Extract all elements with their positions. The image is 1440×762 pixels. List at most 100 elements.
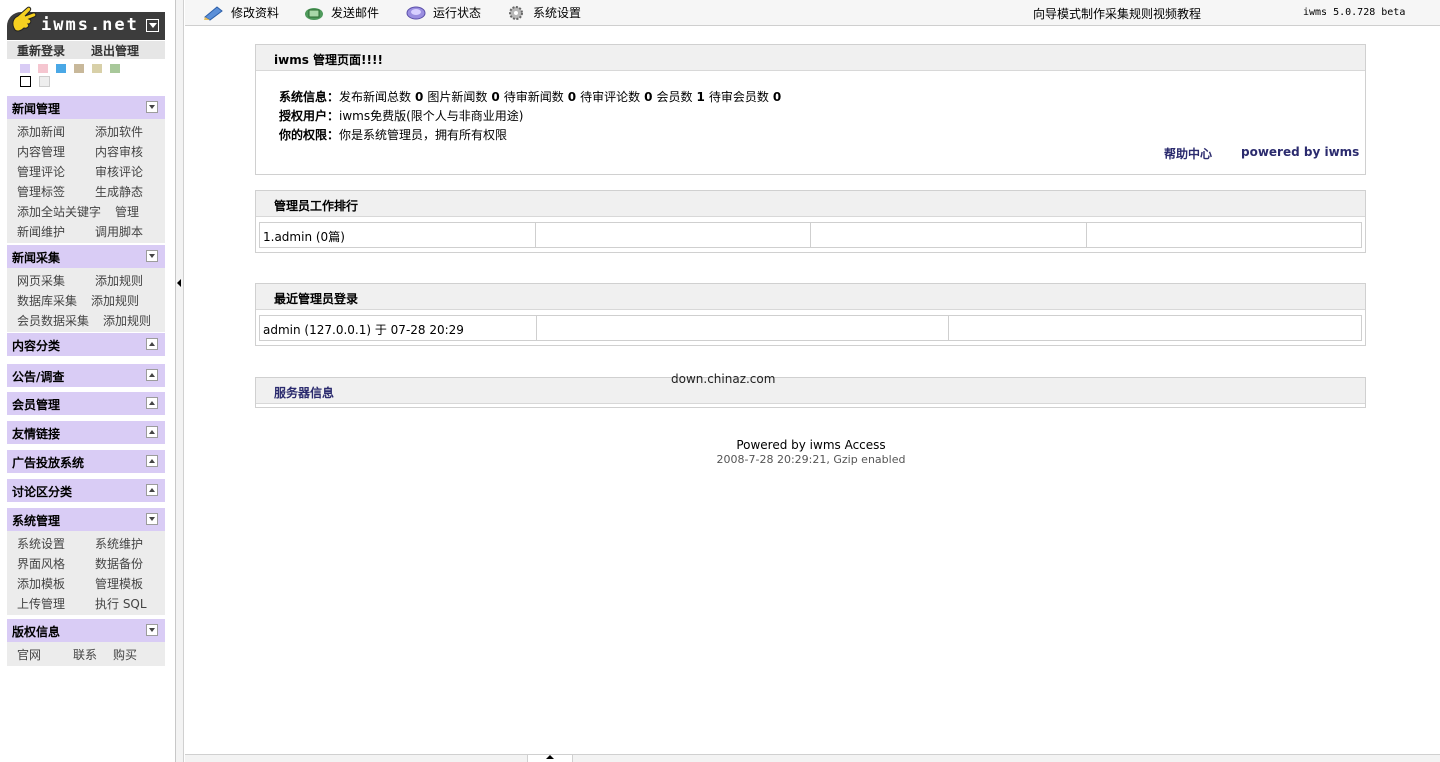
license-value: iwms免费版(限个人与非商业用途)	[339, 109, 524, 123]
mail-icon	[305, 7, 323, 20]
sidebar-item[interactable]: 执行 SQL	[85, 593, 147, 613]
chevron-down-icon[interactable]	[146, 250, 158, 262]
sidebar-section-title: 新闻管理	[12, 102, 61, 116]
ranking-user[interactable]: 1.admin	[263, 230, 312, 244]
ranking-row: 1.admin (0篇)	[259, 222, 1362, 248]
sidebar-section-header[interactable]: 内容分类	[7, 333, 165, 356]
sidebar-row: 网页采集 添加规则	[7, 270, 165, 290]
sidebar-item[interactable]: 系统设置	[7, 533, 85, 553]
theme-swatch[interactable]	[20, 64, 30, 73]
login-row-entry: admin (127.0.0.1) 于 07-28 20:29	[259, 315, 1362, 341]
sidebar-item[interactable]: 添加新闻	[7, 121, 85, 141]
admin-home-panel: iwms 管理页面!!!! 系统信息：发布新闻总数 0 图片新闻数 0 待审新闻数 0 待审…	[255, 44, 1366, 175]
theme-swatch[interactable]	[56, 64, 66, 73]
sidebar-row: 管理评论 审核评论	[7, 161, 165, 181]
collapse-arrow-icon[interactable]	[177, 279, 181, 287]
sidebar-section-header[interactable]: 版权信息	[7, 619, 165, 642]
chevron-up-icon[interactable]	[146, 369, 158, 381]
sidebar-item[interactable]: 添加规则	[81, 290, 139, 310]
sidebar-item[interactable]: 管理标签	[7, 181, 85, 201]
server-info-panel[interactable]: 服务器信息	[255, 377, 1366, 408]
sidebar-item[interactable]: 审核评论	[85, 161, 143, 181]
sidebar-row: 管理标签 生成静态	[7, 181, 165, 201]
sidebar-item[interactable]: 调用脚本	[85, 221, 143, 241]
toolbar-send-mail[interactable]: 发送邮件	[303, 4, 379, 21]
chevron-up-icon[interactable]	[146, 484, 158, 496]
sidebar-item[interactable]: 管理模板	[85, 573, 143, 593]
chevron-down-icon[interactable]	[146, 513, 158, 525]
system-info-values: 发布新闻总数 0 图片新闻数 0 待审新闻数 0 待审评论数 0 会员数 1 待审会员数 0	[339, 90, 785, 104]
chevron-down-icon[interactable]	[146, 19, 159, 32]
logo-text: iwms.net	[41, 15, 139, 35]
sidebar-item[interactable]: 内容管理	[7, 141, 85, 161]
sidebar-row: 系统设置 系统维护	[7, 533, 165, 553]
sidebar-item[interactable]: 添加规则	[85, 270, 143, 290]
toolbar-run-status[interactable]: 运行状态	[405, 4, 481, 21]
sidebar-section-header[interactable]: 会员管理	[7, 392, 165, 415]
sidebar-row: 会员数据采集 添加规则	[7, 310, 165, 330]
toolbar-edit-profile-label: 修改资料	[231, 6, 280, 20]
theme-swatch[interactable]	[92, 64, 102, 73]
version-text: iwms 5.0.728 beta	[1303, 7, 1406, 18]
bottom-splitter[interactable]	[185, 754, 1440, 762]
system-info-item-value: 0	[772, 90, 782, 104]
sidebar-section-title: 版权信息	[12, 625, 61, 639]
logout-link[interactable]: 退出管理	[65, 41, 139, 59]
login-user[interactable]: admin	[263, 323, 301, 337]
sidebar-item[interactable]: 添加软件	[85, 121, 143, 141]
sidebar-item[interactable]: 系统维护	[85, 533, 143, 553]
permission-label: 你的权限：	[279, 128, 340, 142]
powered-by-link[interactable]: powered by iwms	[1241, 145, 1359, 159]
sidebar-item[interactable]: 新闻维护	[7, 221, 85, 241]
sidebar-section-header[interactable]: 公告/调查	[7, 364, 165, 387]
chevron-up-icon[interactable]	[146, 338, 158, 350]
sidebar-section: 新闻采集 网页采集 添加规则 数据库采集 添加规则 会员数据采集 添加规则	[7, 245, 165, 332]
help-center-link[interactable]: 帮助中心	[1164, 145, 1212, 162]
sidebar-item[interactable]: 数据备份	[85, 553, 143, 573]
chevron-down-icon[interactable]	[146, 624, 158, 636]
theme-swatch[interactable]	[74, 64, 84, 73]
chevron-up-icon[interactable]	[146, 426, 158, 438]
sidebar-row: 上传管理 执行 SQL	[7, 593, 165, 613]
sidebar-item[interactable]: 界面风格	[7, 553, 85, 573]
sidebar-item[interactable]: 联系	[63, 644, 103, 664]
login-cell-empty	[949, 316, 1361, 340]
sidebar-item[interactable]: 管理	[105, 201, 139, 221]
sidebar-item[interactable]: 添加规则	[93, 310, 151, 330]
sidebar-item[interactable]: 官网	[7, 644, 63, 664]
sidebar-item[interactable]: 购买	[103, 644, 143, 664]
sidebar-row: 新闻维护 调用脚本	[7, 221, 165, 241]
sidebar-section-header[interactable]: 新闻管理	[7, 96, 165, 119]
toolbar-edit-profile[interactable]: 修改资料	[203, 4, 279, 21]
sidebar-item[interactable]: 管理评论	[7, 161, 85, 181]
sidebar-item[interactable]: 网页采集	[7, 270, 85, 290]
sidebar-row: 内容管理 内容审核	[7, 141, 165, 161]
theme-swatch[interactable]	[39, 76, 50, 87]
theme-swatch[interactable]	[38, 64, 48, 73]
sidebar-item[interactable]: 添加模板	[7, 573, 85, 593]
theme-swatch[interactable]	[20, 76, 31, 87]
theme-swatch[interactable]	[110, 64, 120, 73]
sidebar-row: 界面风格 数据备份	[7, 553, 165, 573]
chevron-down-icon[interactable]	[146, 101, 158, 113]
tutorial-link[interactable]: 向导模式制作采集规则视频教程	[1033, 5, 1201, 22]
toolbar-run-status-label: 运行状态	[433, 6, 482, 20]
toolbar-system-settings[interactable]: 系统设置	[505, 4, 581, 21]
sidebar-item[interactable]: 会员数据采集	[7, 310, 93, 330]
sidebar-item[interactable]: 数据库采集	[7, 290, 81, 310]
sidebar-splitter[interactable]	[176, 0, 184, 762]
sidebar-item[interactable]: 生成静态	[85, 181, 143, 201]
sidebar-section-body: 官网 联系 购买	[7, 642, 165, 666]
sidebar-item[interactable]: 上传管理	[7, 593, 85, 613]
relogin-link[interactable]: 重新登录	[7, 41, 65, 59]
sidebar-item[interactable]: 内容审核	[85, 141, 143, 161]
server-info-panel-title[interactable]: 服务器信息	[256, 378, 1365, 404]
theme-swatches	[20, 64, 120, 73]
expand-arrow-icon[interactable]	[527, 754, 573, 762]
chevron-up-icon[interactable]	[146, 397, 158, 409]
ranking-cell: 1.admin (0篇)	[260, 223, 536, 247]
sidebar-section-header[interactable]: 讨论区分类	[7, 479, 165, 502]
sidebar-section-header[interactable]: 新闻采集	[7, 245, 165, 268]
sidebar-item[interactable]: 添加全站关键字	[7, 201, 105, 221]
sidebar-section-header[interactable]: 系统管理	[7, 508, 165, 531]
